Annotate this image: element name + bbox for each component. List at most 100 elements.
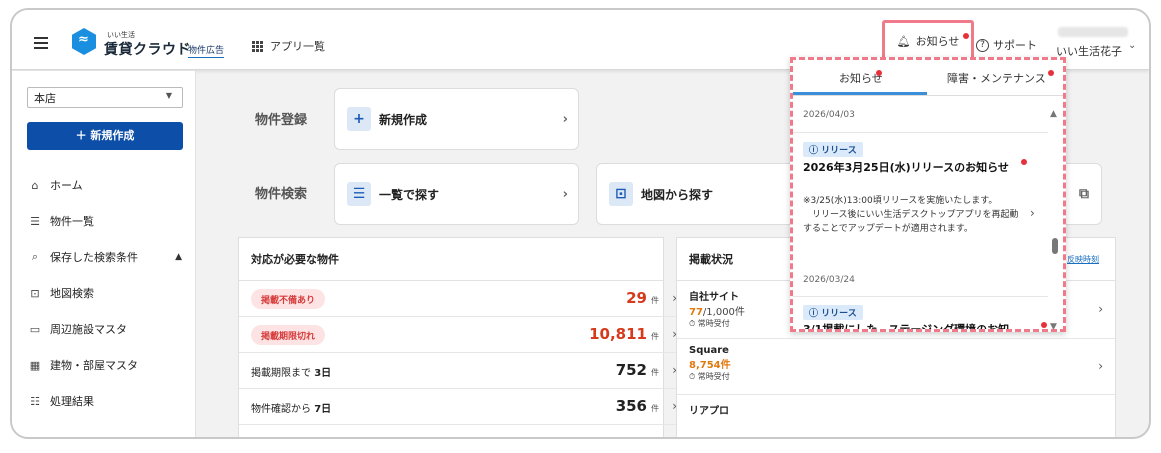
unread-dot [1021, 159, 1027, 165]
sidebar: 本店 ▼ ＋ 新規作成 ⌂ ホーム ☰ 物件一覧 ⌕ 保存した検索条件 ▲ ⊡ … [12, 71, 196, 437]
chevron-down-icon[interactable]: ⌄ [1128, 40, 1136, 51]
sidebar-item-results[interactable]: ☷ 処理結果 [28, 393, 188, 409]
sidebar-item-label: ホーム [50, 179, 83, 192]
notification-date: 2026/04/03 [803, 110, 855, 120]
site-time: ⏱ 常時受付 [689, 372, 730, 381]
update-time-link[interactable]: 反映時刻 [1067, 254, 1099, 265]
count-value: 29 件 [626, 289, 659, 307]
map-search-icon: ⊡ [609, 182, 633, 206]
new-create-button[interactable]: ＋ 新規作成 [27, 122, 183, 150]
register-label: 物件登録 [255, 113, 308, 128]
search-label: 物件検索 [255, 187, 308, 202]
apps-grid-icon [252, 40, 263, 52]
new-create-card[interactable]: + 新規作成 › [334, 88, 579, 150]
apps-menu-button[interactable]: アプリ一覧 [252, 38, 325, 54]
list-item[interactable]: リアプロ [689, 402, 729, 417]
chevron-up-icon[interactable]: ▲ [175, 252, 182, 262]
site-count: 77/1,000件 [689, 307, 745, 318]
list-item[interactable]: Square 8,754件 ⏱ 常時受付 [689, 345, 731, 382]
scroll-down-arrow[interactable]: ▼ [1050, 322, 1057, 329]
result-list-icon: ☷ [30, 394, 40, 408]
site-name: Square [689, 345, 729, 356]
active-tab-indicator [793, 92, 927, 95]
notification-title[interactable]: 2026年3月25日(水)リリースのお知らせ [803, 160, 1018, 176]
release-badge: ⓘ リリース [803, 142, 863, 157]
row-label: 物件確認から 7日 [251, 404, 332, 415]
status-badge: 掲載不備あり [251, 289, 326, 309]
sidebar-item-home[interactable]: ⌂ ホーム [28, 177, 188, 193]
sidebar-item-label: 物件一覧 [50, 215, 94, 228]
site-count: 8,754件 [689, 360, 731, 371]
divider [793, 132, 1048, 133]
home-icon: ⌂ [31, 178, 39, 192]
table-row[interactable]: 掲載不備あり 29 件 › [239, 281, 689, 317]
table-row[interactable]: 掲載期限まで 3日 752 件 › [239, 353, 689, 389]
sidebar-item-map-search[interactable]: ⊡ 地図検索 [28, 285, 188, 301]
chevron-right-icon[interactable]: › [1098, 302, 1103, 316]
external-link-icon[interactable]: ⧉ [1079, 186, 1089, 202]
release-badge: ⓘ リリース [803, 305, 863, 320]
notification-date: 2026/03/24 [803, 275, 855, 285]
facility-icon: ▭ [29, 322, 41, 336]
sidebar-item-label: 処理結果 [50, 395, 94, 408]
sidebar-item-label: 保存した検索条件 [50, 251, 138, 264]
support-button[interactable]: ? サポート [976, 37, 1037, 53]
product-tag: 物件広告 [188, 43, 225, 58]
notification-title[interactable]: 3/1掲載にした ステージング環境のお知 [803, 322, 1043, 329]
app-window: いい生活 賃貸クラウド 物件広告 アプリ一覧 🔔︎ お知らせ ? サポート いい… [10, 8, 1151, 439]
notifications-button[interactable]: 🔔︎ お知らせ [882, 20, 974, 62]
list-search-card[interactable]: ☰ 一覧で探す › [334, 163, 579, 225]
notifications-dropdown: お知らせ 障害・メンテナンス ▲ ▼ 2026/04/03 ⓘ リリース 202… [790, 57, 1066, 332]
sidebar-item-facilities[interactable]: ▭ 周辺施設マスタ [28, 321, 188, 337]
saved-search-icon: ⌕ [31, 250, 39, 263]
logo-icon [72, 28, 96, 55]
table-row[interactable]: 掲載期限切れ 10,811 件 › [239, 317, 689, 353]
row-label: 掲載期限まで 3日 [251, 368, 332, 379]
count-value: 10,811 件 [589, 325, 659, 343]
chevron-right-icon: › [562, 186, 568, 202]
plus-icon: + [347, 107, 371, 131]
notification-tabs: お知らせ 障害・メンテナンス [793, 60, 1063, 96]
caret-down-icon: ▼ [165, 91, 172, 100]
menu-icon[interactable] [34, 37, 48, 49]
unread-dot [963, 33, 969, 39]
logo-title[interactable]: 賃貸クラウド [104, 39, 191, 59]
table-row[interactable]: 物件確認から 7日 356 件 › [239, 389, 689, 425]
count-value: 356 件 [615, 397, 659, 415]
bell-icon: 🔔︎ [896, 34, 911, 48]
chevron-right-icon: › [562, 111, 568, 127]
store-select-value: 本店 [34, 92, 56, 105]
map-search-icon: ⊡ [30, 286, 40, 300]
sidebar-item-buildings[interactable]: ▦ 建物・部屋マスタ [28, 357, 188, 373]
sidebar-item-saved-search[interactable]: ⌕ 保存した検索条件 ▲ [28, 249, 188, 265]
notifications-label: お知らせ [915, 35, 960, 48]
unread-dot [1048, 70, 1054, 76]
chevron-right-icon[interactable]: › [1030, 206, 1035, 220]
new-create-label: 新規作成 [379, 112, 428, 127]
store-select[interactable]: 本店 ▼ [27, 87, 183, 108]
building-icon: ▦ [29, 358, 41, 372]
list-icon: ☰ [30, 214, 40, 228]
tab-maintenance[interactable]: 障害・メンテナンス [947, 70, 1046, 86]
sidebar-item-property-list[interactable]: ☰ 物件一覧 [28, 213, 188, 229]
site-time: ⏱ 常時受付 [689, 319, 730, 328]
divider [677, 394, 1117, 395]
scroll-up-arrow[interactable]: ▲ [1050, 109, 1057, 119]
help-icon: ? [976, 38, 989, 52]
divider [677, 338, 1117, 339]
divider [793, 296, 1048, 297]
action-panel-title: 対応が必要な物件 [239, 238, 663, 281]
scrollbar-thumb[interactable] [1052, 238, 1058, 254]
chevron-right-icon[interactable]: › [1098, 359, 1103, 373]
sidebar-item-label: 建物・部屋マスタ [50, 359, 138, 372]
list-item[interactable]: 自社サイト 77/1,000件 ⏱ 常時受付 [689, 288, 745, 329]
site-name: 自社サイト [689, 292, 739, 303]
count-value: 752 件 [615, 361, 659, 379]
status-badge: 掲載期限切れ [251, 325, 326, 345]
sidebar-item-label: 地図検索 [50, 287, 94, 300]
notification-body: ※3/25(水)13:00頃リリースを実施いたします。 リリース後にいい生活デス… [803, 196, 1019, 234]
list-search-label: 一覧で探す [379, 187, 440, 202]
unread-dot [876, 70, 882, 76]
apps-label: アプリ一覧 [270, 40, 325, 53]
map-search-label: 地図から探す [641, 187, 714, 202]
